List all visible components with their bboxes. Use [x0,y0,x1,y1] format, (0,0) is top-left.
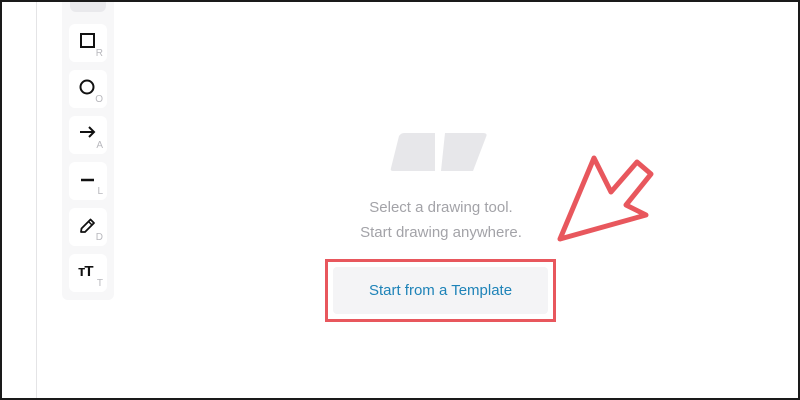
shortcut-key: O [95,94,103,105]
hint-start-drawing: Start drawing anywhere. [360,224,522,241]
shortcut-key: D [95,232,103,243]
tool-ellipse[interactable]: O [69,70,107,108]
shortcut-key: A [96,140,103,151]
tool-draw[interactable]: D [69,208,107,246]
tool-line[interactable]: L [69,162,107,200]
shortcut-key: L [97,186,103,197]
hint-select-tool: Select a drawing tool. [369,199,513,216]
app-logo-icon [390,133,487,171]
toolbar-top-item[interactable] [70,2,106,12]
app-window: R O A L D ᴛT T Select a drawing tool. St… [0,0,800,400]
tool-text[interactable]: ᴛT T [69,254,107,292]
tool-rectangle[interactable]: R [69,24,107,62]
shortcut-key: R [95,48,103,59]
start-from-template-button[interactable]: Start from a Template [333,267,548,314]
drawing-toolbar: R O A L D ᴛT T [62,2,114,300]
annotation-highlight-box: Start from a Template [325,259,556,322]
shortcut-key: T [96,278,103,289]
annotation-arrow-icon [557,155,654,242]
text-icon: ᴛT [78,263,93,280]
tool-arrow[interactable]: A [69,116,107,154]
sidebar-divider [36,2,37,398]
